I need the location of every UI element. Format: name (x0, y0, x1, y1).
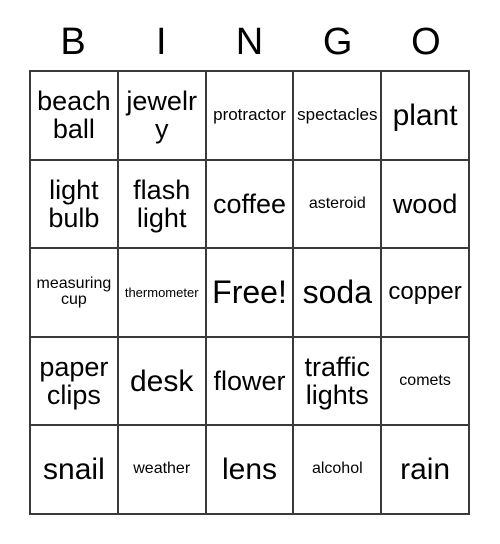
bingo-cell-label: beach ball (37, 86, 111, 145)
bingo-cell-label: coffee (212, 188, 287, 219)
bingo-header-letter-i: I (156, 21, 167, 63)
bingo-cell-label: copper (388, 278, 462, 306)
bingo-cell-label: snail (43, 453, 105, 487)
bingo-cell-label: light bulb (48, 174, 100, 233)
bingo-cell-label: wood (392, 188, 458, 219)
bingo-header-letter-o: O (411, 21, 441, 63)
bingo-cell-label: rain (400, 453, 451, 487)
bingo-header-row: B I N G O (29, 14, 470, 70)
bingo-cell-label: desk (130, 364, 194, 398)
bingo-cell-r2c4[interactable]: asteroid (294, 160, 383, 250)
bingo-header-letter-b: B (60, 21, 86, 63)
bingo-cell-label: plant (392, 98, 458, 132)
bingo-cell-r3c1[interactable]: measuring cup (31, 249, 119, 338)
bingo-cell-label: flower (213, 366, 286, 397)
bingo-cell-label: jewelry (126, 86, 197, 145)
bingo-cell-label: weather (133, 460, 191, 478)
bingo-cell-r4c2[interactable]: desk (118, 337, 207, 427)
bingo-cell-r2c3[interactable]: coffee (206, 160, 295, 250)
bingo-cell-r3c5[interactable]: copper (382, 249, 470, 338)
bingo-header-letter-n: N (235, 21, 264, 63)
bingo-cell-r1c4[interactable]: spectacles (294, 72, 383, 161)
bingo-cell-r5c4[interactable]: alcohol (294, 426, 383, 515)
bingo-cell-label: thermometer (124, 284, 199, 300)
bingo-grid: beach ball jewelry protractor spectacles… (29, 70, 470, 515)
bingo-cell-r1c5[interactable]: plant (382, 72, 470, 161)
bingo-cell-label: lens (221, 453, 278, 487)
bingo-cell-r2c1[interactable]: light bulb (31, 160, 119, 250)
bingo-cell-r1c1[interactable]: beach ball (31, 72, 119, 161)
bingo-cell-r5c3[interactable]: lens (206, 426, 295, 515)
bingo-cell-r1c2[interactable]: jewelry (118, 72, 207, 161)
bingo-cell-r5c5[interactable]: rain (382, 426, 470, 515)
bingo-cell-r4c1[interactable]: paper clips (31, 337, 119, 427)
bingo-card: B I N G O beach ball jewelry protractor … (0, 0, 500, 544)
bingo-cell-r3c4[interactable]: soda (294, 249, 383, 338)
bingo-cell-r2c5[interactable]: wood (382, 160, 470, 250)
bingo-cell-label: protractor (213, 105, 286, 125)
bingo-cell-label: flash light (133, 174, 191, 233)
bingo-free-space-label: Free! (212, 273, 287, 310)
bingo-cell-label: paper clips (39, 352, 109, 411)
bingo-header-letter-g: G (322, 21, 353, 63)
bingo-cell-r1c3[interactable]: protractor (206, 72, 295, 161)
bingo-cell-r5c1[interactable]: snail (31, 426, 119, 515)
bingo-cell-r5c2[interactable]: weather (118, 426, 207, 515)
bingo-cell-label: asteroid (308, 194, 366, 212)
bingo-cell-r4c3[interactable]: flower (206, 337, 295, 427)
bingo-cell-label: traffic lights (304, 352, 371, 411)
bingo-cell-label: spectacles (297, 105, 378, 125)
bingo-cell-label: comets (399, 371, 451, 389)
bingo-cell-r3c2[interactable]: thermometer (118, 249, 207, 338)
bingo-cell-label: alcohol (311, 460, 363, 478)
bingo-cell-r2c2[interactable]: flash light (118, 160, 207, 250)
bingo-cell-r4c5[interactable]: comets (382, 337, 470, 427)
bingo-cell-free-space[interactable]: Free! (206, 249, 295, 338)
bingo-cell-r4c4[interactable]: traffic lights (294, 337, 383, 427)
bingo-cell-label: soda (302, 273, 372, 310)
bingo-cell-label: measuring cup (36, 274, 112, 309)
